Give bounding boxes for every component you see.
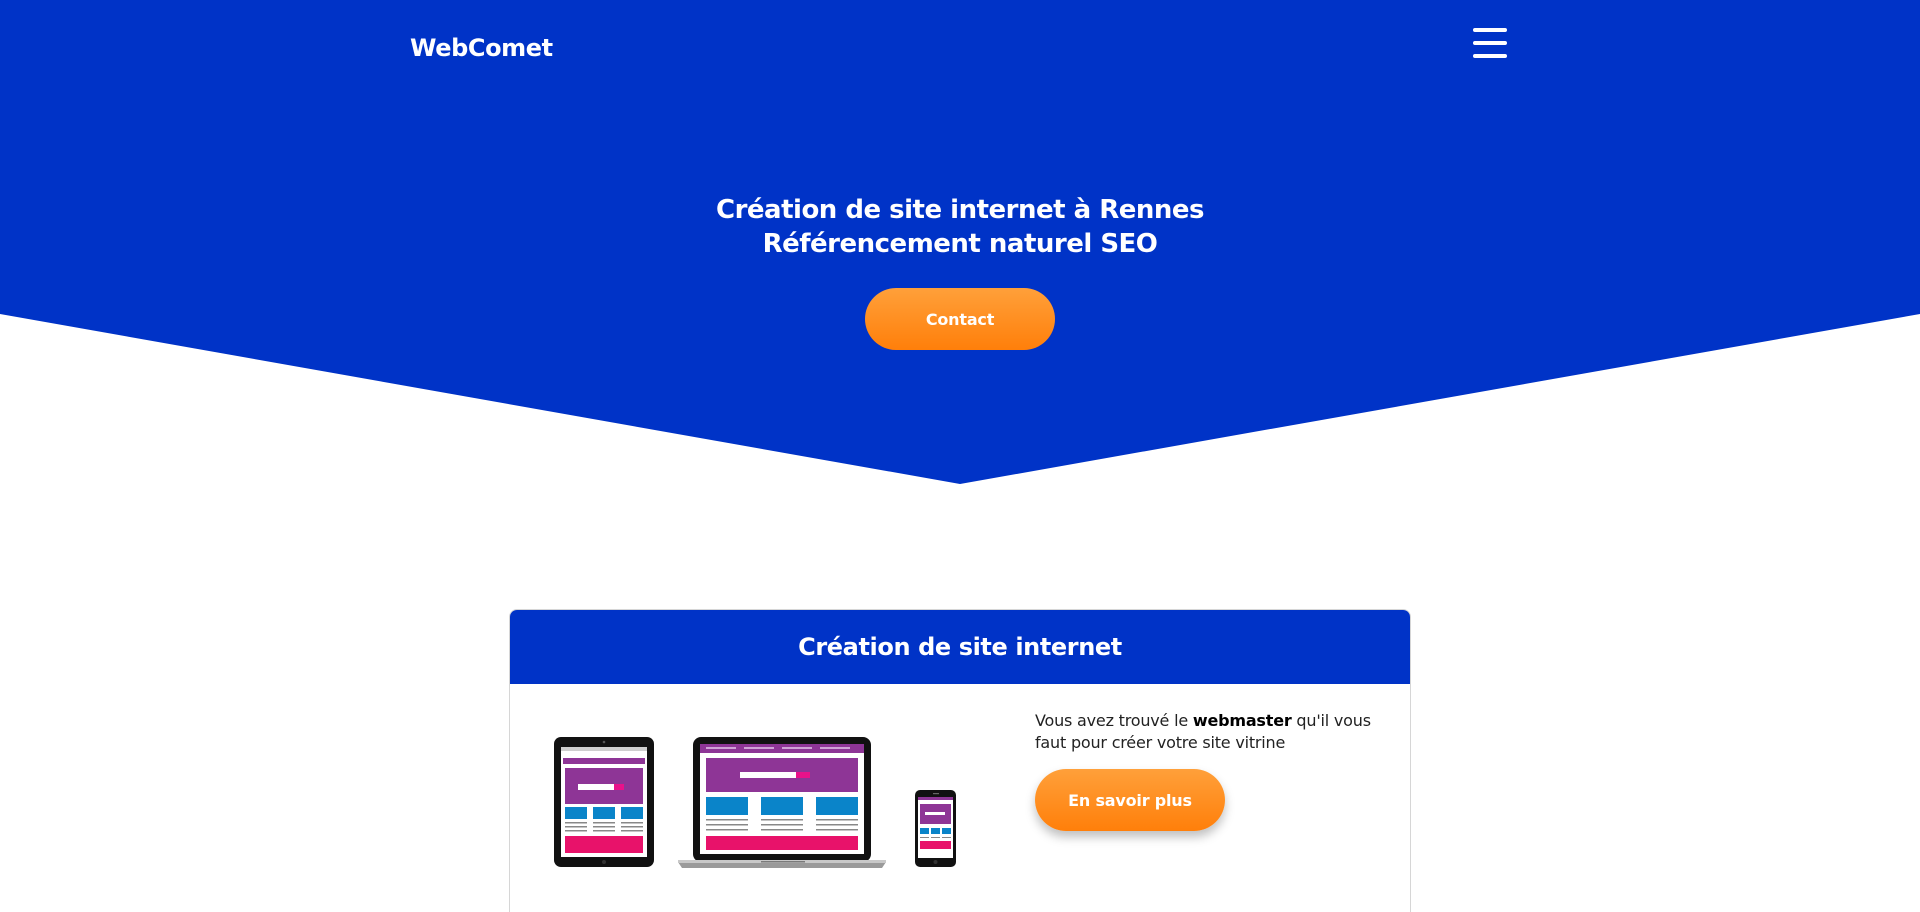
hamburger-menu-icon[interactable]: [1470, 26, 1510, 60]
card-header: Création de site internet: [510, 610, 1410, 684]
menu-bar: [1473, 41, 1507, 45]
card-text-bold: webmaster: [1192, 711, 1292, 730]
responsive-devices-illustration: [554, 737, 956, 868]
tablet-icon: [554, 737, 654, 867]
brand-logo-link[interactable]: WebComet: [410, 32, 553, 64]
hero-title-line-2: Référencement naturel SEO: [762, 229, 1158, 259]
hero-title-line-1: Création de site internet à Rennes: [716, 195, 1204, 225]
service-card: Création de site internet Vous avez trou…: [509, 609, 1411, 912]
learn-more-button[interactable]: En savoir plus: [1035, 769, 1225, 831]
card-text-before: Vous avez trouvé le: [1035, 711, 1193, 730]
contact-button[interactable]: Contact: [865, 288, 1055, 350]
hero-title: Création de site internet à Rennes Référ…: [560, 193, 1360, 261]
card-title: Création de site internet: [798, 633, 1122, 661]
page: WebComet Création de site internet à Ren…: [0, 0, 1920, 912]
phone-icon: [915, 790, 956, 867]
navbar: WebComet: [0, 0, 1920, 96]
laptop-icon: [678, 737, 886, 868]
menu-bar: [1473, 28, 1507, 32]
menu-bar: [1473, 54, 1507, 58]
card-description: Vous avez trouvé le webmaster qu'il vous…: [1035, 710, 1375, 754]
